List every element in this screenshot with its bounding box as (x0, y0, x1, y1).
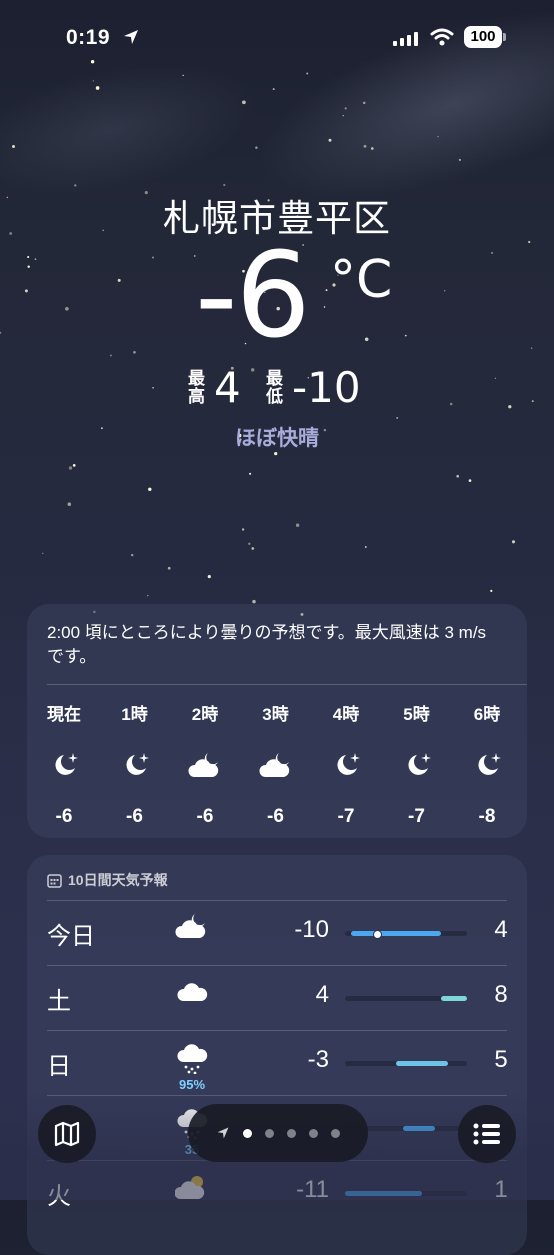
current-temperature: -6 (195, 226, 311, 364)
day-name: 土 (47, 988, 71, 1015)
hour-label: 6時 (473, 705, 501, 724)
page-dot[interactable] (331, 1128, 340, 1138)
day-low-temp: -3 (307, 1046, 329, 1073)
cloud-moon-icon (170, 744, 240, 788)
hourly-forecast-card[interactable]: 2:00 頃にところにより曇りの予想です。最大風速は 3 m/s です。 現在 -… (27, 604, 527, 838)
hourly-summary: 2:00 頃にところにより曇りの予想です。最大風速は 3 m/s です。 (47, 623, 487, 666)
hour-label: 4時 (332, 705, 360, 724)
battery-indicator: 100 (464, 26, 502, 48)
cloud-icon (172, 975, 212, 1012)
hour-temp: -6 (196, 806, 214, 827)
cloud-moon-icon (241, 744, 311, 788)
day-name: 今日 (47, 923, 95, 950)
hour-column: 3時 -6 (241, 700, 311, 828)
battery-tip (503, 33, 506, 41)
condition-text: ほぼ快晴 (235, 427, 319, 450)
divider (47, 900, 507, 901)
moon-star-icon (100, 744, 170, 788)
status-bar: 0:19 100 (0, 22, 554, 56)
hour-label: 5時 (403, 705, 430, 724)
temp-range-fill (441, 996, 467, 1001)
hour-temp: -7 (337, 806, 355, 827)
divider (47, 684, 527, 685)
current-temp-dot (373, 930, 383, 939)
hour-label: 1時 (121, 705, 148, 724)
divider (47, 1030, 507, 1031)
day-low-temp: -10 (294, 916, 329, 943)
calendar-icon (47, 873, 62, 888)
hour-column: 4時 -7 (311, 700, 381, 828)
page-dot[interactable] (265, 1128, 274, 1138)
day-name: 日 (47, 1053, 71, 1080)
map-icon (54, 1121, 80, 1147)
hour-label: 2時 (191, 705, 219, 724)
page-dot[interactable] (243, 1128, 252, 1138)
location-arrow-icon (217, 1127, 229, 1139)
daily-title: 10日間天気予報 (68, 872, 168, 888)
day-low-temp: 4 (315, 981, 329, 1008)
day-high-temp: 8 (494, 981, 508, 1008)
hour-temp: -6 (126, 806, 143, 827)
daily-header: 10日間天気予報 (47, 870, 168, 890)
hour-column: 1時 -6 (100, 700, 170, 828)
hour-label: 現在 (47, 705, 81, 724)
moon-star-icon (29, 744, 99, 788)
high-temp: 4 (214, 363, 241, 412)
page-dot[interactable] (287, 1128, 296, 1138)
hour-column: 6時 -8 (452, 700, 522, 828)
hour-label: 3時 (262, 705, 289, 724)
low-label: 最低 (266, 369, 283, 406)
day-high-temp: 4 (494, 916, 508, 943)
map-button[interactable] (38, 1105, 96, 1163)
temp-range-bar (345, 930, 467, 939)
high-label: 最高 (188, 369, 205, 406)
divider (47, 965, 507, 966)
page-dot[interactable] (309, 1128, 318, 1138)
cloud-moon-icon (172, 910, 212, 947)
day-row[interactable]: 土 4 8 (27, 965, 527, 1030)
hour-temp: -6 (55, 806, 73, 827)
day-row[interactable]: 日 95% -3 5 (27, 1030, 527, 1095)
low-temp: -10 (292, 363, 361, 412)
day-row[interactable]: 今日 -10 4 (27, 900, 527, 965)
moon-star-icon (452, 744, 522, 788)
wifi-icon (430, 28, 454, 46)
temperature-unit: °C (330, 250, 393, 310)
temp-range-fill (351, 931, 442, 936)
cloud-snow-icon: 95% (172, 1040, 212, 1092)
temp-range-fill (396, 1061, 448, 1066)
status-time: 0:19 (66, 26, 111, 49)
page-indicator[interactable] (188, 1104, 368, 1162)
day-high-temp: 5 (494, 1046, 508, 1073)
hour-column: 現在 -6 (29, 700, 99, 828)
hour-column: 5時 -7 (382, 700, 452, 828)
hour-temp: -7 (408, 806, 425, 827)
city-list-button[interactable] (458, 1105, 516, 1163)
moon-star-icon (382, 744, 452, 788)
moon-star-icon (311, 744, 381, 788)
temp-range-bar (345, 996, 467, 1001)
hour-temp: -8 (478, 806, 496, 827)
location-arrow-icon (124, 30, 138, 44)
temp-range-bar (345, 1061, 467, 1066)
list-icon (473, 1123, 500, 1145)
cellular-signal-icon (393, 32, 418, 46)
hour-column: 2時 -6 (170, 700, 240, 828)
hour-temp: -6 (267, 806, 284, 827)
